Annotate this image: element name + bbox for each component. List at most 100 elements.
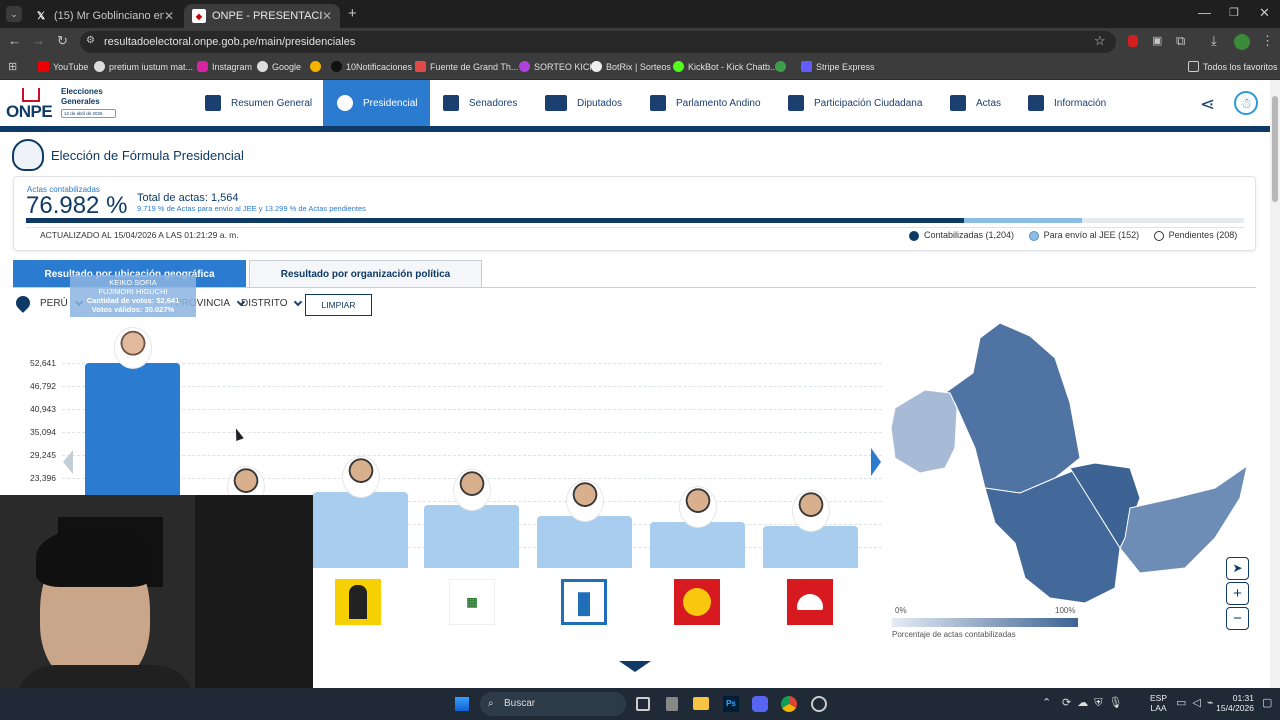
legend-dot xyxy=(1153,230,1164,241)
legend-pendientes: Pendientes (208) xyxy=(1153,230,1237,241)
nav-parlamento-andino[interactable]: Parlamento Andino xyxy=(650,80,761,126)
tooltip-votes: Cantidad de votos: 52,641 xyxy=(86,296,180,305)
bookmark-google[interactable]: Google xyxy=(257,61,301,72)
tray-icons[interactable]: ⟳☁⛨🎙 xyxy=(1062,696,1128,710)
bookmark-green[interactable] xyxy=(775,61,790,72)
legend-contabilizadas: Contabilizadas (1,204) xyxy=(909,230,1014,241)
puzzle-icon[interactable]: ⧉ xyxy=(1176,33,1185,49)
tab-x[interactable]: 𝕏 (15) Mr Goblinciano en X: "Vue ✕ xyxy=(26,4,182,28)
tab-onpe[interactable]: ◆ ONPE - PRESENTACIÓN DE RE ✕ xyxy=(184,4,340,28)
nav-informacion[interactable]: Información xyxy=(1028,80,1106,126)
map-region-north[interactable] xyxy=(944,322,1081,494)
notifications-icon[interactable]: ▢ xyxy=(1262,696,1272,709)
bookmark-grand-theft[interactable]: Fuente de Grand Th... xyxy=(415,61,518,72)
chart-next-arrow[interactable] xyxy=(871,448,881,476)
nav-resumen-general[interactable]: Resumen General xyxy=(205,80,315,126)
profile-avatar[interactable] xyxy=(1234,34,1250,50)
candidate-photo xyxy=(678,485,717,528)
windows-start-icon[interactable] xyxy=(455,697,469,711)
bookmark-pretium[interactable]: pretium iustum mat... xyxy=(94,61,193,72)
clear-button[interactable]: LIMPIAR xyxy=(305,294,372,316)
bookmark-youtube[interactable]: YouTube xyxy=(38,61,88,72)
download-icon[interactable]: ⤓ xyxy=(1211,33,1217,49)
map-zoom-in-button[interactable]: + xyxy=(1226,582,1249,605)
site-info-icon[interactable]: ⚙ xyxy=(86,35,95,46)
photoshop-icon[interactable]: Ps xyxy=(723,696,739,712)
chrome-icon[interactable] xyxy=(781,696,797,712)
reload-icon[interactable]: ↻ xyxy=(57,33,68,49)
scroll-down-arrow[interactable] xyxy=(619,661,651,672)
accessibility-icon[interactable]: ☃ xyxy=(1234,91,1258,115)
scrollbar-thumb[interactable] xyxy=(1272,96,1278,202)
tab-organizacion[interactable]: Resultado por organización política xyxy=(249,260,482,288)
discord-icon[interactable] xyxy=(752,696,768,712)
minimize-icon[interactable]: — xyxy=(1198,5,1211,20)
bookmark-star-icon[interactable]: ☆ xyxy=(1094,33,1106,49)
instagram-icon xyxy=(197,61,208,72)
grid-icon xyxy=(205,95,221,111)
gridline xyxy=(62,386,882,387)
candidate-bar[interactable] xyxy=(763,525,858,568)
forward-icon[interactable]: → xyxy=(32,33,45,48)
map-region-west[interactable] xyxy=(890,389,958,474)
legend-dot xyxy=(909,230,919,241)
url-input[interactable]: resultadoelectoral.onpe.gob.pe/main/pres… xyxy=(80,31,1116,53)
clock[interactable]: 01:31 15/4/2026 xyxy=(1210,693,1254,713)
map-scale-label: Porcentaje de actas contabilizadas xyxy=(892,630,1016,639)
bookmark-all[interactable]: Todos los favoritos xyxy=(1188,61,1278,72)
close-icon[interactable]: ✕ xyxy=(164,9,174,23)
tab-search-icon[interactable]: ⌄ xyxy=(6,6,22,22)
district-select[interactable]: DISTRITO xyxy=(241,297,303,309)
file-explorer-icon[interactable] xyxy=(693,697,709,710)
taskbar-app-icon-2[interactable] xyxy=(811,696,827,712)
task-view-icon[interactable] xyxy=(636,697,650,711)
new-tab-icon[interactable]: + xyxy=(348,5,357,22)
share-icon[interactable]: ⋖ xyxy=(1200,94,1215,115)
extension-red-icon[interactable] xyxy=(1128,35,1138,47)
map-zoom-out-button[interactable]: − xyxy=(1226,607,1249,630)
divider xyxy=(26,227,1244,228)
map-compass-button[interactable]: ➤ xyxy=(1226,557,1249,580)
webcam-door xyxy=(195,495,313,720)
bookmark-instagram[interactable]: Instagram xyxy=(197,61,252,72)
candidate-bar[interactable] xyxy=(650,521,745,568)
taskbar-app-icon[interactable] xyxy=(666,697,678,711)
bookmark-kickbot[interactable]: KickBot - Kick Chatb... xyxy=(673,61,778,72)
candidate-bar[interactable] xyxy=(313,492,408,568)
gridline xyxy=(62,409,882,410)
gridline xyxy=(62,363,882,364)
back-icon[interactable]: ← xyxy=(8,33,21,48)
botrix-icon xyxy=(591,61,602,72)
gridline xyxy=(62,455,882,456)
menu-icon[interactable]: ⋮ xyxy=(1261,33,1274,49)
bookmark-misc[interactable] xyxy=(310,61,325,72)
bookmark-stripe[interactable]: Stripe Express xyxy=(801,61,875,72)
nav-actas[interactable]: Actas xyxy=(950,80,1001,126)
y-tick-label: 52,641 xyxy=(30,358,56,368)
close-window-icon[interactable]: ✕ xyxy=(1259,5,1270,21)
road-icon xyxy=(349,585,367,619)
nav-participacion-ciudadana[interactable]: Participación Ciudadana xyxy=(788,80,922,126)
browser-tab-bar: ⌄ 𝕏 (15) Mr Goblinciano en X: "Vue ✕ ◆ O… xyxy=(0,0,1280,28)
taskbar-search[interactable]: ⌕ Buscar xyxy=(480,692,626,716)
party-logo-pais-para-todos xyxy=(335,579,381,625)
close-icon[interactable]: ✕ xyxy=(322,9,332,23)
bookmark-10notificaciones[interactable]: 10Notificaciones xyxy=(331,61,412,72)
candidate-bar[interactable] xyxy=(537,515,632,568)
onpe-logo[interactable]: ONPE xyxy=(6,88,58,121)
bookmark-botrix[interactable]: BotRix | Sorteos xyxy=(591,61,671,72)
summary-card: Actas contabilizadas 76.982 % Total de a… xyxy=(13,176,1256,251)
apps-icon[interactable]: ⊞ xyxy=(8,60,17,73)
bookmark-sorteo-kick[interactable]: SORTEO KICK xyxy=(519,61,595,72)
folder-icon xyxy=(1188,61,1199,72)
tray-chevron-icon[interactable]: ⌃ xyxy=(1042,696,1051,709)
bookmarks-bar: ⊞ YouTube pretium iustum mat... Instagra… xyxy=(0,56,1280,80)
nav-senadores[interactable]: Senadores xyxy=(443,80,517,126)
nav-presidencial[interactable]: Presidencial xyxy=(323,80,430,126)
restore-icon[interactable]: ❐ xyxy=(1229,6,1239,19)
candidate-bar[interactable] xyxy=(424,504,519,568)
chart-prev-arrow[interactable] xyxy=(63,450,73,474)
language-indicator[interactable]: ESP LAA xyxy=(1150,693,1167,713)
extension-icon[interactable]: ▣ xyxy=(1152,34,1162,47)
nav-diputados[interactable]: Diputados xyxy=(545,80,622,126)
